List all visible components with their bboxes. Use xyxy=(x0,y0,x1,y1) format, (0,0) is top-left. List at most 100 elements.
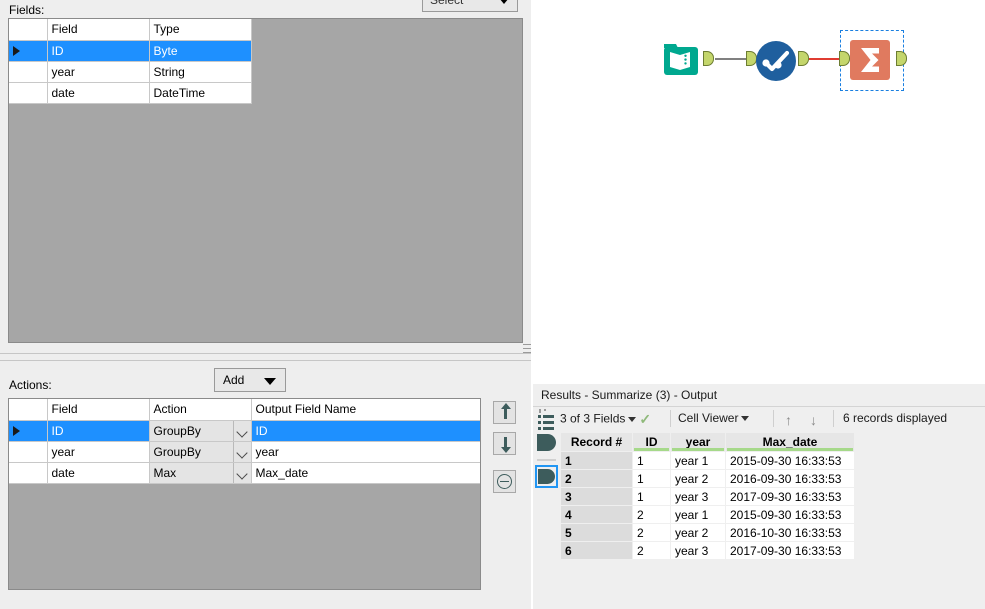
cell-year[interactable]: year 1 xyxy=(670,451,726,470)
fields-cell-type[interactable]: Byte xyxy=(149,40,252,62)
viewer-selector-button[interactable]: Cell Viewer xyxy=(678,411,752,425)
rail-selected-anchor-icon xyxy=(538,469,555,484)
actions-cell-output[interactable]: year xyxy=(251,441,480,463)
results-col-year[interactable]: year xyxy=(670,432,726,452)
chevron-down-icon[interactable] xyxy=(232,462,250,482)
move-action-down-button[interactable] xyxy=(493,432,516,455)
fields-cell-field[interactable]: date xyxy=(47,82,150,104)
actions-cell-output[interactable]: ID xyxy=(251,420,480,442)
cell-record[interactable]: 1 xyxy=(560,451,633,470)
select-tool[interactable] xyxy=(755,40,797,82)
actions-row[interactable]: date Max Max_date xyxy=(9,462,480,484)
fields-row[interactable]: date DateTime xyxy=(9,82,252,104)
row-marker-icon xyxy=(13,46,20,57)
cell-maxdate[interactable]: 2017-09-30 16:33:53 xyxy=(725,487,855,506)
action-select-value: Max xyxy=(153,465,177,480)
cell-maxdate[interactable]: 2016-09-30 16:33:53 xyxy=(725,469,855,488)
table-row[interactable]: 1 1 year 1 2015-09-30 16:33:53 xyxy=(560,451,855,470)
cell-year[interactable]: year 2 xyxy=(670,469,726,488)
cell-record[interactable]: 6 xyxy=(560,541,633,560)
fields-row[interactable]: ID Byte xyxy=(9,40,252,62)
cell-record[interactable]: 5 xyxy=(560,523,633,542)
fields-selector-button[interactable]: 3 of 3 Fields ✓ xyxy=(560,411,651,428)
cell-id[interactable]: 1 xyxy=(632,451,671,470)
fields-header-row: Field Type xyxy=(9,19,252,41)
actions-cell-field[interactable]: ID xyxy=(47,420,150,442)
fields-cell-field[interactable]: ID xyxy=(47,40,150,62)
add-action-dropdown[interactable]: Add xyxy=(214,368,286,392)
cell-year[interactable]: year 2 xyxy=(670,523,726,542)
cell-maxdate[interactable]: 2016-10-30 16:33:53 xyxy=(725,523,855,542)
select-check-icon xyxy=(756,41,796,81)
cell-year[interactable]: year 1 xyxy=(670,505,726,524)
cell-maxdate[interactable]: 2015-09-30 16:33:53 xyxy=(725,451,855,470)
move-action-up-button[interactable] xyxy=(493,401,516,424)
table-row[interactable]: 6 2 year 3 2017-09-30 16:33:53 xyxy=(560,541,855,560)
actions-cell-field[interactable]: year xyxy=(47,441,150,463)
cell-record[interactable]: 3 xyxy=(560,487,633,506)
metadata-list-icon[interactable] xyxy=(538,415,554,430)
sort-descending-icon[interactable]: ↓ xyxy=(810,412,817,428)
results-col-maxdate[interactable]: Max_date xyxy=(725,432,855,452)
results-col-record[interactable]: Record # xyxy=(560,432,633,452)
input-data-tool[interactable] xyxy=(661,39,701,79)
config-splitter[interactable] xyxy=(0,353,531,361)
sort-ascending-icon[interactable]: ↑ xyxy=(785,412,792,428)
table-row[interactable]: 4 2 year 1 2015-09-30 16:33:53 xyxy=(560,505,855,524)
row-selector-cell[interactable] xyxy=(9,82,48,104)
remove-action-button[interactable] xyxy=(493,470,516,493)
table-row[interactable]: 3 1 year 3 2017-09-30 16:33:53 xyxy=(560,487,855,506)
cell-id[interactable]: 1 xyxy=(632,487,671,506)
results-table-container[interactable]: Record # ID year Max_date 1 1 year 1 201… xyxy=(560,432,985,609)
results-table: Record # ID year Max_date 1 1 year 1 201… xyxy=(560,432,855,560)
results-col-id[interactable]: ID xyxy=(632,432,671,452)
actions-row[interactable]: year GroupBy year xyxy=(9,441,480,463)
rail-selected-anchor-button[interactable] xyxy=(535,465,558,488)
fields-row[interactable]: year String xyxy=(9,61,252,83)
chevron-down-icon[interactable] xyxy=(232,420,250,440)
cell-maxdate[interactable]: 2015-09-30 16:33:53 xyxy=(725,505,855,524)
actions-row[interactable]: ID GroupBy ID xyxy=(9,420,480,442)
actions-cell-field[interactable]: date xyxy=(47,462,150,484)
table-row[interactable]: 2 1 year 2 2016-09-30 16:33:53 xyxy=(560,469,855,488)
summarize-tool[interactable] xyxy=(848,38,892,82)
fields-cell-field[interactable]: year xyxy=(47,61,150,83)
fields-grid[interactable]: Field Type ID Byte year String date Date… xyxy=(8,18,523,343)
rail-output-anchor-icon[interactable] xyxy=(537,434,556,451)
book-icon xyxy=(664,44,698,75)
cell-year[interactable]: year 3 xyxy=(670,487,726,506)
cell-maxdate[interactable]: 2017-09-30 16:33:53 xyxy=(725,541,855,560)
fields-cell-type[interactable]: DateTime xyxy=(149,82,252,104)
action-select-dropdown[interactable]: GroupBy xyxy=(149,441,252,463)
minus-circle-icon xyxy=(497,474,512,489)
check-icon: ✓ xyxy=(639,411,652,427)
toolbar-separator xyxy=(670,410,671,427)
table-row[interactable]: 5 2 year 2 2016-10-30 16:33:53 xyxy=(560,523,855,542)
action-select-dropdown[interactable]: Max xyxy=(149,462,252,484)
connection-input-to-select[interactable] xyxy=(715,58,749,60)
row-selector-cell[interactable] xyxy=(9,462,48,484)
cell-id[interactable]: 2 xyxy=(632,505,671,524)
toolbar-separator xyxy=(833,410,834,427)
top-select-dropdown[interactable]: Select xyxy=(422,0,518,12)
cell-record[interactable]: 4 xyxy=(560,505,633,524)
actions-cell-output[interactable]: Max_date xyxy=(251,462,480,484)
cell-id[interactable]: 2 xyxy=(632,523,671,542)
cell-year[interactable]: year 3 xyxy=(670,541,726,560)
row-selector-cell[interactable] xyxy=(9,420,48,442)
actions-grid[interactable]: Field Action Output Field Name ID GroupB… xyxy=(8,398,481,590)
connection-select-to-summarize[interactable] xyxy=(808,58,842,60)
cell-id[interactable]: 2 xyxy=(632,541,671,560)
action-select-dropdown[interactable]: GroupBy xyxy=(149,420,252,442)
fields-cell-type[interactable]: String xyxy=(149,61,252,83)
add-action-label: Add xyxy=(223,373,245,387)
fields-col-field: Field xyxy=(47,19,150,41)
chevron-down-icon xyxy=(628,417,637,422)
actions-col-output: Output Field Name xyxy=(251,399,480,421)
cell-id[interactable]: 1 xyxy=(632,469,671,488)
cell-record[interactable]: 2 xyxy=(560,469,633,488)
row-selector-cell[interactable] xyxy=(9,61,48,83)
row-selector-cell[interactable] xyxy=(9,441,48,463)
row-selector-cell[interactable] xyxy=(9,40,48,62)
chevron-down-icon[interactable] xyxy=(232,441,250,461)
